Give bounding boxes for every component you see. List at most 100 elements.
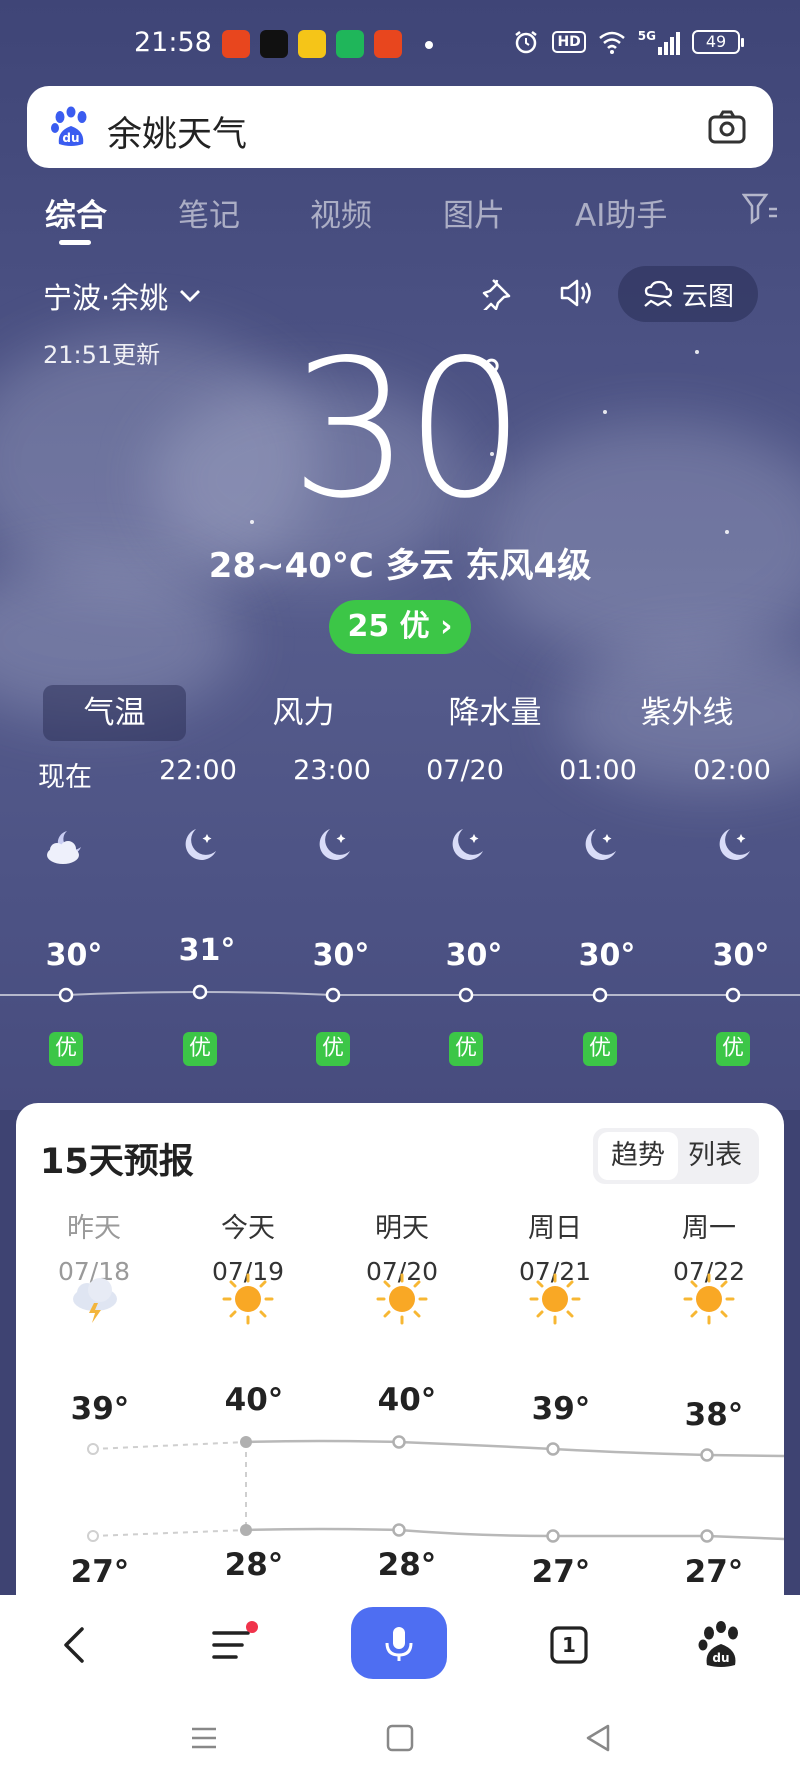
update-time: 21:51更新 xyxy=(43,341,161,369)
chevron-right-icon: › xyxy=(440,609,453,644)
moon-icon xyxy=(319,829,350,860)
signal-icon: 5G xyxy=(638,29,680,55)
app-notification-icon xyxy=(260,30,288,58)
hour-time: 07/20 xyxy=(426,755,504,786)
hour-point xyxy=(325,987,341,1003)
aqi-value: 25 优 xyxy=(347,609,430,644)
metric-tab-precipitation[interactable]: 降水量 xyxy=(420,685,570,741)
filter-icon[interactable] xyxy=(742,192,778,226)
forecast-view-toggle: 趋势 列表 xyxy=(593,1128,759,1184)
high-temp: 40° xyxy=(377,1382,437,1418)
status-time: 21:58 xyxy=(134,27,212,58)
moon-icon xyxy=(719,829,750,860)
recent-apps-icon[interactable] xyxy=(184,1718,224,1758)
tab-notes[interactable]: 笔记 xyxy=(178,190,240,235)
low-point xyxy=(392,1523,406,1537)
app-notification-icon xyxy=(298,30,326,58)
hour-temp: 30° xyxy=(578,938,636,973)
cloud-map-icon xyxy=(644,280,673,307)
aqi-badge[interactable]: 25 优 › xyxy=(329,600,471,654)
cloud-map-button[interactable]: 云图 xyxy=(618,266,758,322)
status-bar: 21:58 HD 5G 49 xyxy=(0,0,800,90)
wifi-icon xyxy=(598,31,625,54)
air-quality-badge: 优 xyxy=(449,1032,483,1066)
sun-icon xyxy=(529,1273,581,1325)
speaker-icon[interactable] xyxy=(558,276,594,310)
moon-icon xyxy=(452,829,483,860)
air-quality-badge: 优 xyxy=(183,1032,217,1066)
home-icon[interactable] xyxy=(380,1718,420,1758)
app-notification-icon xyxy=(374,30,402,58)
more-notifications-dot xyxy=(425,41,433,49)
tab-images[interactable]: 图片 xyxy=(443,190,505,235)
svg-text:du: du xyxy=(712,1651,729,1665)
weather-summary: 28~40°C 多云 东风4级 xyxy=(208,546,592,586)
hour-temp: 31° xyxy=(178,933,236,968)
hour-temp: 30° xyxy=(712,938,770,973)
moon-icon xyxy=(585,829,616,860)
pin-icon[interactable] xyxy=(479,276,513,310)
air-quality-badge: 优 xyxy=(716,1032,750,1066)
bottom-toolbar: 1 du xyxy=(0,1595,800,1690)
tabs-button[interactable]: 1 xyxy=(541,1617,597,1673)
sun-icon xyxy=(376,1273,428,1325)
tab-ai-assistant[interactable]: AI助手 xyxy=(575,190,667,235)
forecast-trend-chart xyxy=(87,1435,784,1543)
day-name: 周日 xyxy=(528,1213,582,1244)
hour-point xyxy=(592,987,608,1003)
low-temp: 27° xyxy=(684,1554,744,1590)
cloudy-night-icon xyxy=(47,831,81,864)
low-temp: 28° xyxy=(224,1547,284,1583)
hour-point xyxy=(725,987,741,1003)
search-tabs: 综合 笔记 视频 图片 AI助手 xyxy=(0,190,800,250)
network-type: 5G xyxy=(637,29,656,43)
hour-point xyxy=(58,987,74,1003)
moon-icon xyxy=(185,829,216,860)
high-point xyxy=(700,1448,714,1462)
alarm-icon xyxy=(515,31,538,54)
metric-tab-temperature[interactable]: 气温 xyxy=(43,685,186,741)
location-selector[interactable]: 宁波·余姚 xyxy=(43,275,202,317)
system-back-icon[interactable] xyxy=(578,1718,618,1758)
system-navigation-bar xyxy=(0,1690,800,1787)
active-tab-indicator xyxy=(59,240,91,245)
search-bar[interactable]: du 余姚天气 xyxy=(27,86,773,168)
hour-temp: 30° xyxy=(312,938,370,973)
high-temp: 38° xyxy=(684,1397,744,1433)
low-temp: 28° xyxy=(377,1547,437,1583)
location-name: 宁波·余姚 xyxy=(43,281,169,315)
chevron-down-icon xyxy=(180,290,201,302)
metric-tab-uv[interactable]: 紫外线 xyxy=(612,685,762,741)
back-icon[interactable] xyxy=(48,1617,104,1673)
app-notification-icon xyxy=(222,30,250,58)
day-name: 昨天 xyxy=(67,1213,121,1244)
baidu-home-icon[interactable]: du xyxy=(694,1617,750,1673)
air-quality-badge: 优 xyxy=(583,1032,617,1066)
hour-time: 现在 xyxy=(38,762,92,793)
high-point xyxy=(392,1435,406,1449)
menu-icon[interactable] xyxy=(204,1617,260,1673)
voice-search-button[interactable] xyxy=(351,1607,447,1679)
metric-tab-wind[interactable]: 风力 xyxy=(232,685,375,741)
battery-icon: 49 xyxy=(692,30,744,54)
hour-point xyxy=(458,987,474,1003)
day-name: 明天 xyxy=(375,1213,429,1244)
tab-all[interactable]: 综合 xyxy=(45,190,107,235)
high-point xyxy=(546,1442,560,1456)
view-list-button[interactable]: 列表 xyxy=(675,1132,755,1180)
camera-icon[interactable] xyxy=(707,107,747,147)
high-temp: 39° xyxy=(531,1391,591,1427)
low-point xyxy=(700,1529,714,1543)
search-query[interactable]: 余姚天气 xyxy=(107,106,247,157)
low-temp: 27° xyxy=(531,1554,591,1590)
hour-temp: 30° xyxy=(45,938,103,973)
low-point xyxy=(87,1530,99,1542)
low-point xyxy=(240,1524,252,1536)
day-name: 周一 xyxy=(682,1213,736,1244)
hour-time: 22:00 xyxy=(159,755,237,786)
forecast-title: 15天预报 xyxy=(40,1142,194,1182)
forecast-card: 15天预报 趋势 列表 昨天 07/18 今天 07/19 明天 07/20 周… xyxy=(16,1103,784,1623)
view-trend-button[interactable]: 趋势 xyxy=(598,1132,678,1180)
tab-videos[interactable]: 视频 xyxy=(310,190,372,235)
hd-icon: HD xyxy=(552,31,586,53)
